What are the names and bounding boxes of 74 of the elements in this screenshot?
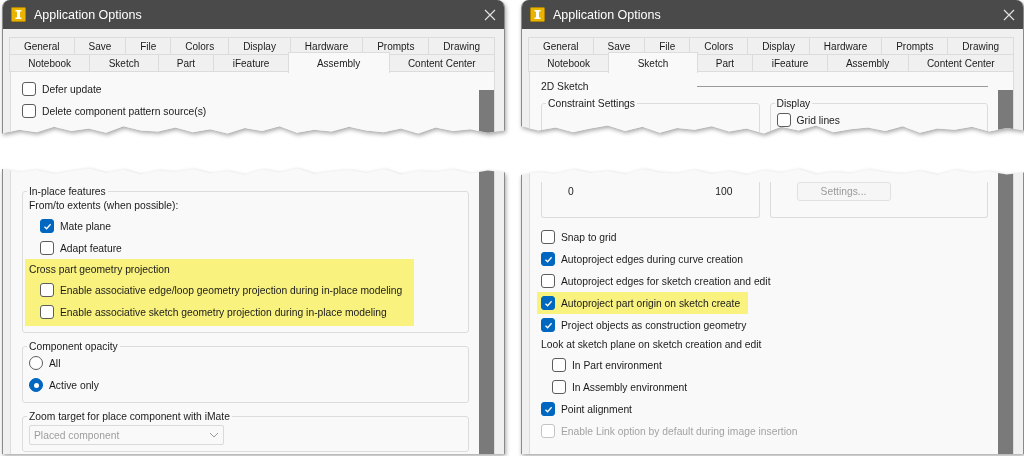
radio-button[interactable] bbox=[29, 378, 43, 392]
checkbox-label: In Part environment bbox=[572, 359, 662, 371]
group-label: In-place features bbox=[28, 186, 107, 197]
checkbox[interactable] bbox=[541, 296, 555, 310]
section-label: Cross part geometry projection bbox=[29, 263, 171, 277]
checkmark-icon bbox=[543, 404, 553, 414]
tab[interactable]: Notebook bbox=[528, 54, 610, 72]
checkmark-icon bbox=[543, 298, 553, 308]
checkbox-label: Point alignment bbox=[561, 403, 632, 415]
tab[interactable]: Assembly bbox=[826, 54, 909, 72]
radio-label: Active only bbox=[49, 379, 99, 391]
checkbox[interactable] bbox=[22, 82, 36, 96]
scale-label: 100 bbox=[715, 186, 733, 197]
checkbox[interactable] bbox=[541, 318, 555, 332]
group-label: Display bbox=[775, 98, 812, 109]
checkbox[interactable] bbox=[552, 358, 566, 372]
checkmark-icon bbox=[543, 254, 553, 264]
checkbox-label: Enable associative sketch geometry projection during in-place modeling bbox=[60, 306, 387, 318]
checkbox-label: Autoproject part origin on sketch create bbox=[561, 297, 741, 309]
checkbox[interactable] bbox=[22, 104, 36, 118]
radio-label: All bbox=[49, 357, 61, 369]
radio-button[interactable] bbox=[29, 356, 43, 370]
checkbox-label: Enable associative edge/loop geometry projection during in-place modeling bbox=[60, 284, 403, 296]
tab[interactable]: General bbox=[528, 37, 594, 54]
tab[interactable]: Prompts bbox=[362, 37, 430, 54]
checkbox-label: In Assembly environment bbox=[572, 381, 688, 393]
section-label: From/to extents (when possible): bbox=[29, 199, 180, 213]
tab[interactable]: Drawing bbox=[428, 37, 495, 54]
app-icon bbox=[11, 7, 26, 22]
tab[interactable]: General bbox=[9, 37, 75, 54]
tab[interactable]: Display bbox=[228, 37, 291, 54]
window-title: Application Options bbox=[34, 7, 143, 22]
checkbox[interactable] bbox=[776, 113, 791, 127]
close-icon[interactable] bbox=[484, 8, 496, 21]
tab[interactable]: Display bbox=[747, 37, 810, 54]
tab[interactable]: Sketch bbox=[608, 52, 698, 73]
checkbox[interactable] bbox=[541, 230, 555, 244]
checkbox[interactable] bbox=[40, 219, 54, 233]
group-label: Constraint Settings bbox=[547, 98, 636, 109]
tab[interactable]: Notebook bbox=[9, 54, 91, 72]
checkbox[interactable] bbox=[40, 305, 54, 319]
checkbox-label: Grid lines bbox=[796, 114, 840, 126]
app-icon bbox=[530, 7, 545, 22]
checkbox-label: Defer update bbox=[42, 83, 102, 95]
checkbox[interactable] bbox=[541, 274, 555, 288]
checkbox[interactable] bbox=[552, 380, 566, 394]
checkbox-label: Mate plane bbox=[60, 220, 111, 232]
checkbox-label: Enable Link option by default during image insertion bbox=[561, 425, 798, 437]
checkbox-label: Delete component pattern source(s) bbox=[42, 105, 207, 117]
checkbox[interactable] bbox=[40, 241, 54, 255]
tab[interactable]: Prompts bbox=[881, 37, 949, 54]
checkbox-label: Project objects as construction geometry bbox=[561, 319, 747, 331]
group-label: Zoom target for place component with iMate bbox=[28, 411, 231, 422]
checkbox[interactable] bbox=[541, 402, 555, 416]
tab[interactable]: Drawing bbox=[947, 37, 1014, 54]
tab[interactable]: Assembly bbox=[287, 52, 390, 73]
checkbox[interactable] bbox=[541, 252, 555, 266]
section-heading: 2D Sketch bbox=[541, 80, 589, 92]
checkbox-label: Snap to grid bbox=[561, 231, 617, 243]
scale-label: 0 bbox=[568, 186, 574, 197]
checkbox-label: Autoproject edges for sketch creation and edit bbox=[561, 275, 771, 287]
window-title: Application Options bbox=[553, 7, 662, 22]
tab[interactable]: Content Center bbox=[388, 54, 495, 72]
chevron-icon bbox=[209, 432, 219, 438]
checkbox-label: Autoproject edges during curve creation bbox=[561, 253, 744, 265]
close-icon[interactable] bbox=[1003, 8, 1015, 21]
tab[interactable]: Content Center bbox=[907, 54, 1014, 72]
section-label: Look at sketch plane on sketch creation and edit bbox=[541, 338, 763, 352]
group-label: Component opacity bbox=[28, 341, 119, 352]
scrollbar-thumb[interactable] bbox=[479, 168, 494, 455]
checkmark-icon bbox=[543, 320, 553, 330]
checkmark-icon bbox=[42, 221, 52, 231]
checkbox[interactable] bbox=[40, 283, 54, 297]
checkbox-label: Adapt feature bbox=[60, 242, 122, 254]
